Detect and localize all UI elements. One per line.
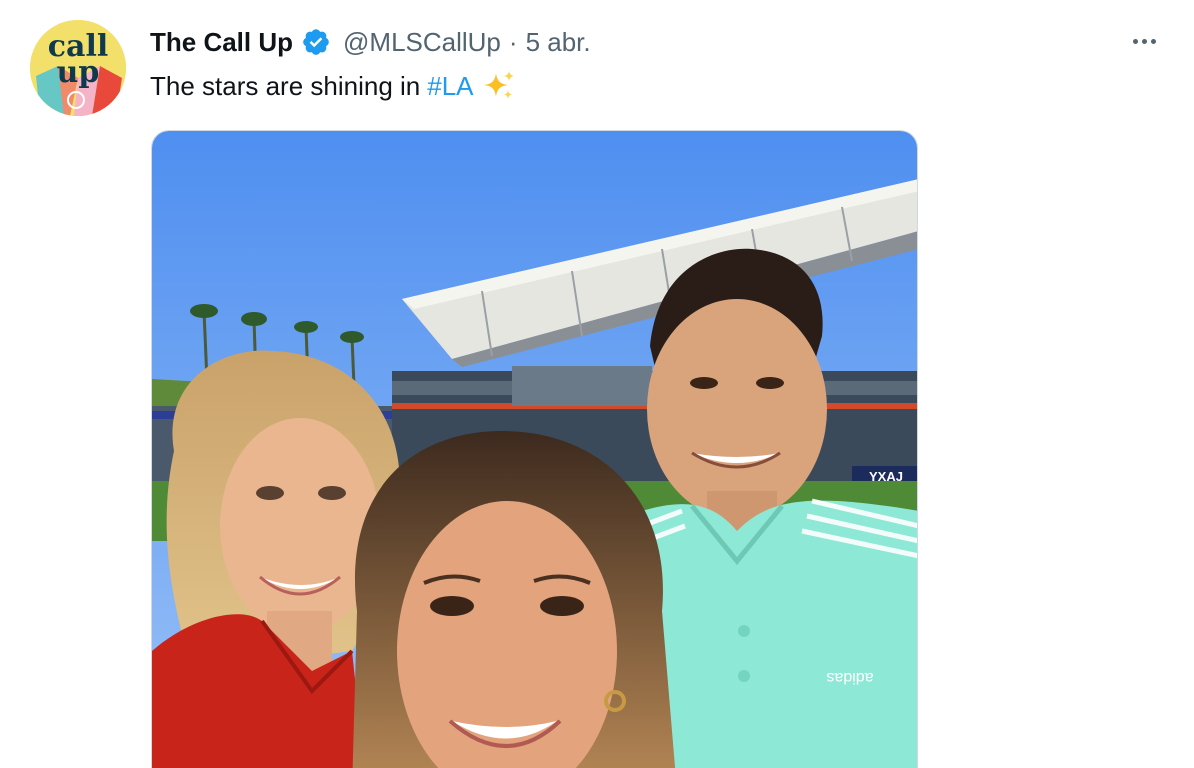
sparkles-emoji-icon: [482, 69, 516, 103]
hashtag-link[interactable]: #LA: [427, 66, 473, 106]
more-options-icon[interactable]: [1124, 28, 1164, 54]
display-name[interactable]: The Call Up: [150, 27, 293, 58]
tweet-photo[interactable]: YXAJ adidas: [151, 130, 918, 768]
avatar-logo-line2: up: [56, 55, 100, 90]
separator-dot: ·: [508, 26, 518, 57]
user-handle[interactable]: @MLSCallUp: [343, 27, 501, 58]
tweet-header: The Call Up @MLSCallUp · 5 abr.: [150, 26, 591, 58]
avatar[interactable]: call up: [30, 20, 126, 116]
timestamp[interactable]: 5 abr.: [526, 27, 591, 58]
shirt-logo: adidas: [826, 669, 873, 686]
verified-badge-icon: [301, 27, 331, 57]
tweet-body: The stars are shining in: [150, 71, 421, 101]
tweet-text: The stars are shining in #LA: [150, 66, 516, 106]
